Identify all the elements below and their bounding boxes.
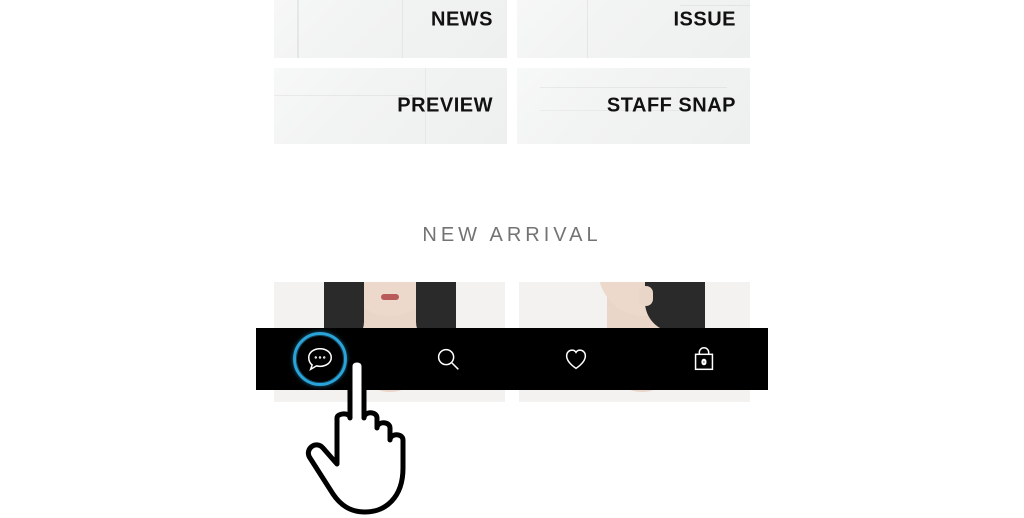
- category-tile-grid: NEWS ISSUE PREVIEW STAFF SNAP: [274, 0, 750, 144]
- chat-bubble-icon: [305, 344, 335, 374]
- tile-label: STAFF SNAP: [607, 95, 736, 118]
- bottom-tab-bar: 0: [256, 328, 768, 390]
- tab-favorites[interactable]: [546, 339, 606, 379]
- app-viewport: NEWS ISSUE PREVIEW STAFF SNAP NEW ARRIVA…: [256, 0, 768, 512]
- search-icon: [433, 344, 463, 374]
- tab-bag[interactable]: 0: [674, 339, 734, 379]
- tab-search[interactable]: [418, 339, 478, 379]
- tab-chat[interactable]: [290, 339, 350, 379]
- heart-icon: [561, 344, 591, 374]
- tile-label: NEWS: [431, 9, 493, 32]
- scroll-content: NEWS ISSUE PREVIEW STAFF SNAP NEW ARRIVA…: [256, 0, 768, 512]
- shopping-bag-icon: 0: [689, 344, 719, 374]
- tile-label: ISSUE: [673, 9, 736, 32]
- bag-count: 0: [702, 358, 706, 367]
- tile-preview[interactable]: PREVIEW: [274, 68, 507, 144]
- tile-issue[interactable]: ISSUE: [517, 0, 750, 58]
- tile-label: PREVIEW: [397, 95, 493, 118]
- tile-staff-snap[interactable]: STAFF SNAP: [517, 68, 750, 144]
- section-title-new-arrival: NEW ARRIVAL: [256, 224, 768, 247]
- tile-news[interactable]: NEWS: [274, 0, 507, 58]
